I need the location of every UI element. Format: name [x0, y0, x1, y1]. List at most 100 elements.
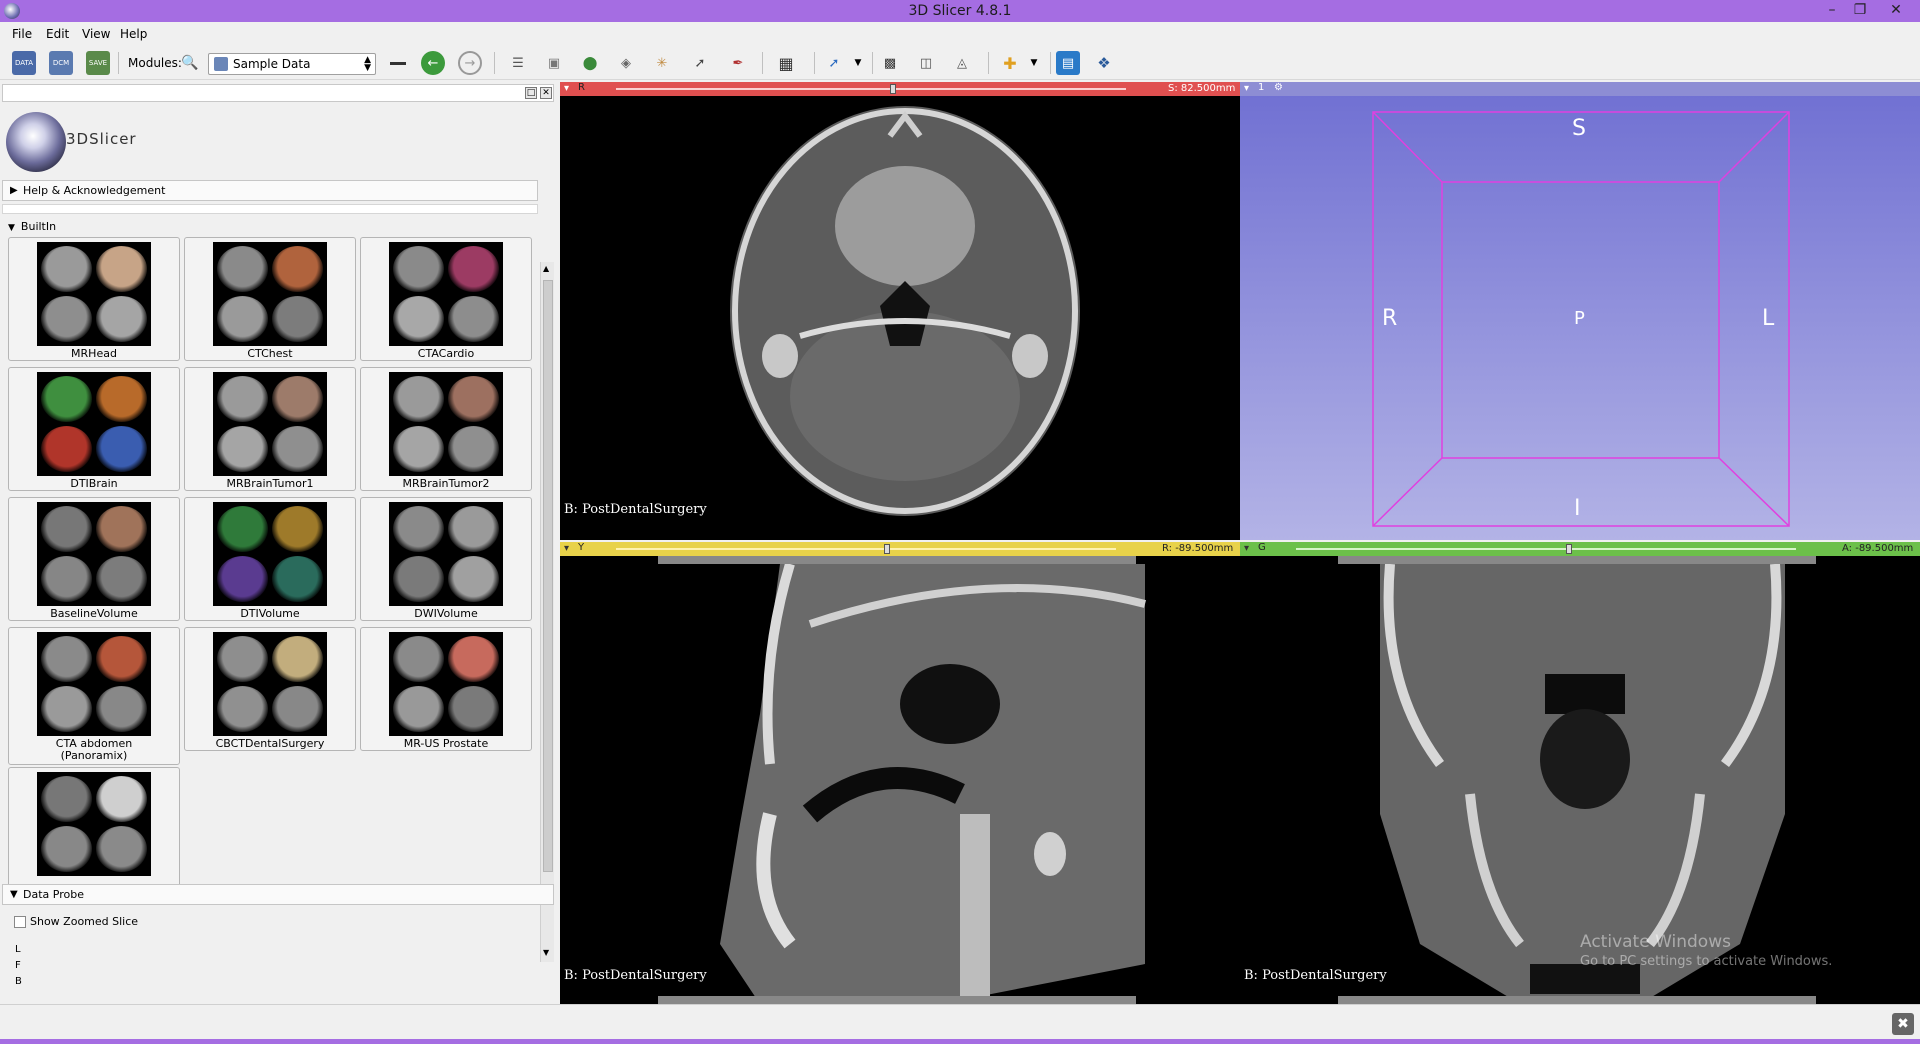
green-slice-offset: A: -89.500mm	[1842, 543, 1914, 554]
thumbnail-quadrant	[41, 826, 92, 872]
sample-tile[interactable]: BaselineVolume	[8, 497, 180, 621]
module-panel: □ ✕ 3DSlicer ▶ Help & Acknowledgement ▼ B…	[0, 82, 558, 1004]
minimize-icon[interactable]: –	[1818, 0, 1846, 22]
thumbnail-quadrant	[217, 246, 268, 292]
transforms-module-icon[interactable]: ◈	[614, 51, 638, 75]
module-panel-scrollbar[interactable]: ▲ ▼	[540, 262, 554, 962]
data-module-icon[interactable]: ☰	[506, 51, 530, 75]
sample-thumbnail	[213, 502, 327, 606]
orientation-p: P	[1574, 308, 1585, 329]
dicom-icon[interactable]: DCM	[49, 51, 73, 75]
error-log-icon[interactable]: ✖	[1892, 1013, 1914, 1035]
sample-tile[interactable]: CTA abdomen (Panoramix)	[8, 627, 180, 765]
yellow-slice-slider[interactable]	[616, 548, 1116, 550]
data-probe-header[interactable]: ▼ Data Probe	[2, 884, 554, 905]
sample-tile[interactable]: CBCTDentalSurgery	[184, 627, 356, 751]
undock-icon[interactable]: □	[525, 87, 537, 99]
thumbnail-quadrant	[96, 506, 147, 552]
sample-label: MR-US Prostate	[403, 737, 489, 750]
crosshair-chevron-icon[interactable]: ▼	[1022, 51, 1046, 75]
scrollbar-thumb[interactable]	[543, 280, 553, 872]
module-selector[interactable]: Sample Data ▲ ▼	[208, 53, 376, 75]
red-slice-view[interactable]: ▾ R S: 82.500mm B: PostDentalSurgery	[560, 82, 1240, 540]
forward-arrow-icon[interactable]: →	[458, 51, 482, 75]
activation-watermark-title: Activate Windows	[1580, 932, 1731, 952]
yellow-slice-knob[interactable]	[884, 544, 890, 554]
thumbnail-quadrant	[448, 686, 499, 732]
green-slice-knob[interactable]	[1566, 544, 1572, 554]
pin-icon[interactable]: ▾	[1244, 83, 1249, 94]
sample-label: CBCTDentalSurgery	[215, 737, 325, 750]
toolbar-separator	[872, 52, 873, 74]
pin-icon[interactable]: ▾	[564, 543, 569, 554]
probe-row-f: F	[15, 960, 21, 971]
thumbnail-quadrant	[41, 686, 92, 732]
models-module-icon[interactable]: ⬤	[578, 51, 602, 75]
yellow-slice-offset: R: -89.500mm	[1162, 543, 1234, 554]
red-slice-knob[interactable]	[890, 84, 896, 94]
orientation-l: L	[1762, 306, 1775, 331]
volumes-module-icon[interactable]: ▣	[542, 51, 566, 75]
sample-tile[interactable]: DTIBrain	[8, 367, 180, 491]
editor-module-icon[interactable]: ✒	[726, 51, 750, 75]
green-slice-view[interactable]: ▾ G A: -89.500mm B: PostDentalSurgery Ac…	[1240, 542, 1920, 1004]
show-zoomed-slice-label: Show Zoomed Slice	[30, 915, 139, 928]
thumbnail-quadrant	[217, 686, 268, 732]
extension-manager-icon[interactable]: ▤	[1056, 51, 1080, 75]
thumbnail-quadrant	[217, 296, 268, 342]
chevron-down-icon[interactable]: ▼	[846, 51, 870, 75]
sample-tile[interactable]: MR-US Prostate	[360, 627, 532, 751]
3d-view-options-icon[interactable]: ⚙	[1274, 82, 1283, 93]
red-slice-slider[interactable]	[616, 88, 1126, 90]
module-history-icon[interactable]	[386, 51, 410, 75]
probe-row-l: L	[15, 944, 21, 955]
builtin-section-header[interactable]: ▼ BuiltIn	[8, 220, 56, 233]
scroll-down-icon[interactable]: ▼	[543, 948, 549, 957]
restore-icon[interactable]: ❐	[1846, 0, 1874, 22]
sample-label: CTACardio	[417, 347, 475, 360]
green-slice-slider[interactable]	[1296, 548, 1796, 550]
scene-view-options-icon[interactable]: ◬	[950, 51, 974, 75]
back-arrow-icon[interactable]: ←	[421, 51, 445, 75]
scroll-up-icon[interactable]: ▲	[543, 264, 549, 273]
sample-tile[interactable]: MRHead	[8, 237, 180, 361]
thumbnail-quadrant	[393, 426, 444, 472]
pin-icon[interactable]: ▾	[1244, 543, 1249, 554]
sample-tile[interactable]: DTIVolume	[184, 497, 356, 621]
screenshot-icon[interactable]: ▩	[878, 51, 902, 75]
save-icon[interactable]: SAVE	[86, 51, 110, 75]
menu-help[interactable]: Help	[120, 27, 147, 41]
close-window-icon[interactable]: ✕	[1882, 0, 1910, 22]
sample-tile[interactable]: CTChest	[184, 237, 356, 361]
close-panel-icon[interactable]: ✕	[540, 87, 552, 99]
load-data-icon[interactable]: DATA	[12, 51, 36, 75]
pin-icon[interactable]: ▾	[564, 83, 569, 94]
sample-label: BaselineVolume	[50, 607, 138, 620]
sample-tile[interactable]: MRBrainTumor2	[360, 367, 532, 491]
menu-view[interactable]: View	[82, 27, 110, 41]
help-section-header[interactable]: ▶ Help & Acknowledgement	[2, 180, 538, 201]
scene-view-icon[interactable]: ◫	[914, 51, 938, 75]
logo-text: 3DSlicer	[66, 130, 137, 148]
sample-label: DWIVolume	[414, 607, 478, 620]
module-search-icon[interactable]: 🔍	[178, 51, 202, 75]
layout-icon[interactable]: ▦	[774, 51, 798, 75]
markups-module-icon[interactable]: ✳	[650, 51, 674, 75]
yellow-slice-view[interactable]: ▾ Y R: -89.500mm B: PostDentalSurgery	[560, 542, 1240, 1004]
show-zoomed-slice-checkbox[interactable]	[14, 916, 26, 928]
thumbnail-quadrant	[272, 246, 323, 292]
sample-tile[interactable]: CTACardio	[360, 237, 532, 361]
menu-file[interactable]: File	[12, 27, 32, 41]
sample-thumbnail	[37, 502, 151, 606]
sagittal-ct-image	[720, 564, 1146, 1004]
crosshair-icon[interactable]: ✚	[998, 51, 1022, 75]
3d-view[interactable]: ▾ 1 ⚙ S R P L I	[1240, 82, 1920, 540]
segment-editor-icon[interactable]: ➚	[688, 51, 712, 75]
crosshair-arrow-icon[interactable]: ➚	[822, 51, 846, 75]
thumbnail-quadrant	[448, 506, 499, 552]
sample-tile[interactable]: MRBrainTumor1	[184, 367, 356, 491]
menu-edit[interactable]: Edit	[46, 27, 69, 41]
sample-tile[interactable]: DWIVolume	[360, 497, 532, 621]
sample-tile[interactable]	[8, 767, 180, 891]
python-console-icon[interactable]: ❖	[1092, 51, 1116, 75]
